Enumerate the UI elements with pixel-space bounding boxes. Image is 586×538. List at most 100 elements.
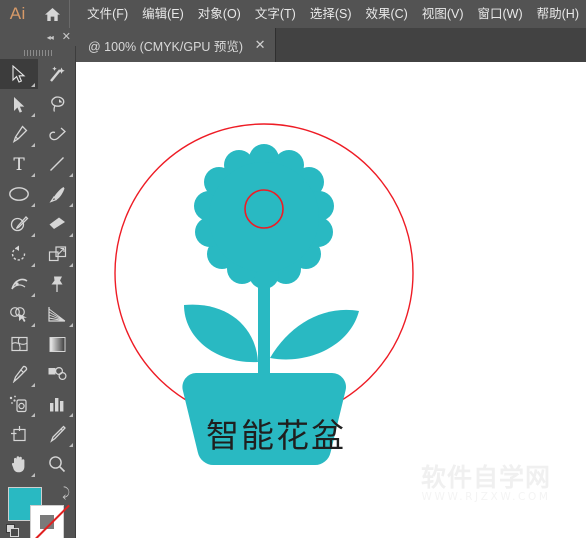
curvature-icon	[48, 127, 66, 141]
home-icon[interactable]	[36, 0, 70, 28]
menu-edit[interactable]: 编辑(E)	[135, 0, 191, 28]
pen-tool[interactable]	[0, 119, 38, 149]
paintbrush-icon	[49, 187, 65, 203]
menu-file[interactable]: 文件(F)	[80, 0, 135, 28]
lasso-tool[interactable]	[38, 89, 76, 119]
stem[interactable]	[258, 257, 270, 377]
flyout-indicator	[69, 203, 73, 207]
column-graph-tool[interactable]	[38, 389, 76, 419]
artboard-icon	[10, 426, 26, 442]
slice-tool[interactable]	[38, 419, 76, 449]
panel-drag-handle[interactable]	[0, 46, 76, 59]
menu-view[interactable]: 视图(V)	[415, 0, 471, 28]
hand-icon	[11, 456, 25, 473]
watermark-title: 软件自学网	[420, 463, 551, 492]
menu-type[interactable]: 文字(T)	[248, 0, 303, 28]
line-icon	[50, 157, 64, 171]
tools-panel: ◂◂ ✕ T ⤸	[0, 28, 76, 538]
eraser-icon	[49, 217, 65, 229]
document-tab[interactable]: @ 100% (CMYK/GPU 预览) ✕	[76, 28, 277, 62]
symbol-sprayer-icon	[9, 395, 27, 413]
grip-dots	[24, 49, 52, 56]
flyout-indicator	[31, 83, 35, 87]
flyout-indicator	[69, 233, 73, 237]
flyout-indicator	[31, 113, 35, 117]
stroke-swatch[interactable]	[30, 504, 70, 538]
left-leaf[interactable]	[184, 304, 258, 363]
zoom-tool[interactable]	[38, 449, 76, 479]
hand-tool[interactable]	[0, 449, 38, 479]
perspective-grid-tool[interactable]	[38, 299, 76, 329]
ellipse-tool[interactable]	[0, 179, 38, 209]
close-panel-icon[interactable]: ✕	[62, 31, 71, 43]
rotate-icon	[11, 245, 26, 261]
curvature-tool[interactable]	[38, 119, 76, 149]
scale-tool[interactable]	[38, 239, 76, 269]
direct-arrow-icon	[14, 96, 25, 113]
menu-bar: Ai 文件(F) 编辑(E) 对象(O) 文字(T) 选择(S) 效果(C) 视…	[0, 0, 586, 28]
watermark-url: WWW.RJZXW.COM	[421, 491, 551, 503]
menu-select[interactable]: 选择(S)	[303, 0, 359, 28]
ellipse-icon	[9, 187, 29, 201]
app-logo: Ai	[9, 4, 26, 23]
eyedropper-icon	[12, 365, 28, 383]
artboard-canvas[interactable]: 智能花盆 软件自学网 WWW.RJZXW.COM	[76, 62, 586, 538]
flyout-indicator	[31, 263, 35, 267]
paintbrush-tool[interactable]	[38, 179, 76, 209]
gradient-tool[interactable]	[38, 329, 76, 359]
artwork-caption[interactable]: 智能花盆	[76, 409, 476, 457]
magnifier-icon	[49, 456, 66, 473]
line-segment-tool[interactable]	[38, 149, 76, 179]
magic-wand-icon	[50, 66, 65, 82]
close-icon[interactable]: ✕	[253, 38, 267, 52]
width-tool[interactable]	[0, 269, 38, 299]
pen-icon	[12, 125, 28, 143]
flyout-indicator	[69, 443, 73, 447]
lasso-icon	[51, 96, 65, 112]
flyout-indicator	[31, 233, 35, 237]
arrow-cursor-icon	[12, 65, 26, 83]
eraser-tool[interactable]	[38, 209, 76, 239]
flyout-indicator	[31, 383, 35, 387]
type-tool[interactable]: T	[0, 149, 38, 179]
gradient-icon	[49, 336, 65, 352]
right-leaf[interactable]	[270, 309, 359, 360]
blend-tool[interactable]	[38, 359, 76, 389]
tools-panel-header: ◂◂ ✕	[0, 28, 76, 46]
flyout-indicator	[69, 173, 73, 177]
document-tab-bar: @ 100% (CMYK/GPU 预览) ✕	[0, 28, 586, 62]
flyout-indicator	[31, 323, 35, 327]
symbol-sprayer-tool[interactable]	[0, 389, 38, 419]
mesh-tool[interactable]	[0, 329, 38, 359]
shape-builder-icon	[10, 307, 27, 322]
menu-help[interactable]: 帮助(H)	[530, 0, 586, 28]
eyedropper-tool[interactable]	[0, 359, 38, 389]
type-t-icon: T	[13, 155, 25, 173]
illustrator-window: Ai 文件(F) 编辑(E) 对象(O) 文字(T) 选择(S) 效果(C) 视…	[0, 0, 586, 538]
free-transform-tool[interactable]	[38, 269, 76, 299]
site-watermark: 软件自学网 WWW.RJZXW.COM	[396, 465, 576, 504]
menu-object[interactable]: 对象(O)	[191, 0, 248, 28]
home-icon-glyph	[44, 7, 60, 21]
shape-builder-tool[interactable]	[0, 299, 38, 329]
selection-tool[interactable]	[0, 59, 38, 89]
magic-wand-tool[interactable]	[38, 59, 76, 89]
width-warp-icon	[10, 278, 27, 290]
flyout-indicator	[31, 413, 35, 417]
collapse-panel-icon[interactable]: ◂◂	[47, 33, 54, 42]
artboard-tool[interactable]	[0, 419, 38, 449]
menu-effect[interactable]: 效果(C)	[358, 0, 414, 28]
flyout-indicator	[31, 173, 35, 177]
flyout-indicator	[69, 413, 73, 417]
menu-window[interactable]: 窗口(W)	[471, 0, 530, 28]
svg-text:T: T	[13, 155, 25, 173]
rotate-tool[interactable]	[0, 239, 38, 269]
swap-fill-stroke-icon[interactable]: ⤸	[62, 485, 70, 501]
direct-selection-tool[interactable]	[0, 89, 38, 119]
mesh-icon	[10, 336, 28, 352]
shaper-tool[interactable]	[0, 209, 38, 239]
default-colors-icon[interactable]	[6, 524, 20, 538]
scale-icon	[48, 246, 66, 262]
flyout-indicator	[69, 323, 73, 327]
tools-grid: T	[0, 59, 76, 479]
